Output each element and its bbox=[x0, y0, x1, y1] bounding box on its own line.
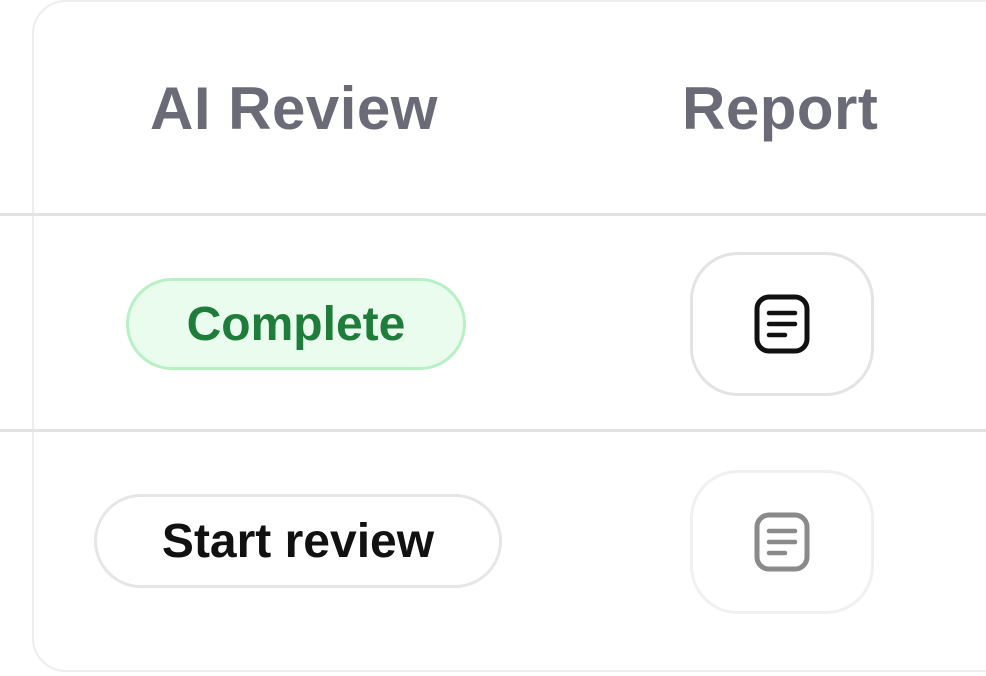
table-header-row: AI Review Report bbox=[0, 0, 986, 216]
ai-review-column-header: AI Review bbox=[150, 75, 438, 142]
document-icon bbox=[754, 512, 810, 572]
report-column-header: Report bbox=[682, 75, 879, 142]
view-report-button-disabled bbox=[690, 470, 874, 614]
view-report-button[interactable] bbox=[690, 252, 874, 396]
status-badge-complete: Complete bbox=[126, 278, 466, 370]
start-review-button[interactable]: Start review bbox=[94, 494, 502, 588]
document-icon bbox=[754, 294, 810, 354]
table-row: Complete bbox=[0, 216, 986, 432]
table-row: Start review bbox=[0, 432, 986, 672]
